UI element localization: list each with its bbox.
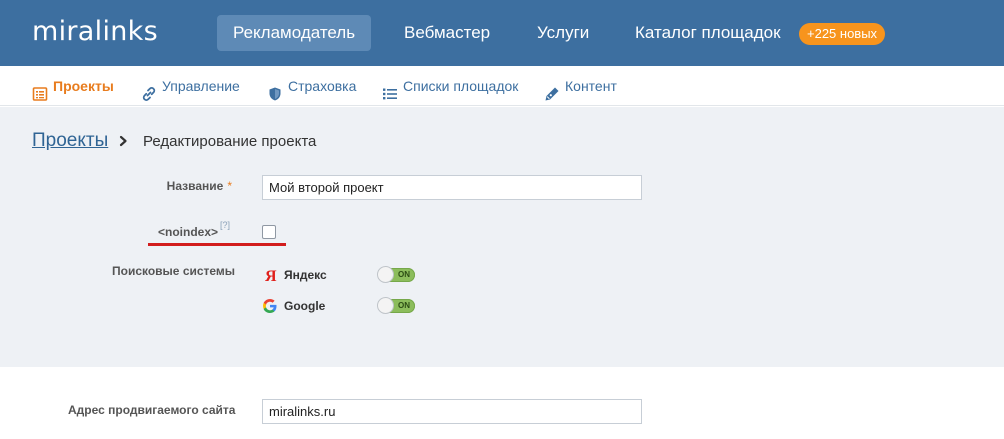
engine-google-label: Google [284, 299, 326, 313]
engine-yandex-label: Яндекс [284, 268, 327, 282]
yandex-icon: Я [262, 267, 278, 285]
list-icon [32, 78, 48, 101]
google-icon [262, 298, 278, 314]
toggle-knob [377, 297, 394, 314]
nav-catalog[interactable]: Каталог площадок [619, 15, 797, 51]
nav-services[interactable]: Услуги [521, 15, 605, 51]
noindex-label: <noindex> [158, 225, 219, 239]
top-navigation-bar: miralinks Рекламодатель Вебмастер Услуги… [0, 0, 1004, 66]
yandex-toggle[interactable]: ON [377, 266, 415, 283]
subnav-manage-label: Управление [162, 78, 240, 94]
bullet-list-icon [382, 78, 398, 100]
project-name-input[interactable] [262, 175, 642, 200]
project-name-label: Название * [167, 179, 232, 193]
required-mark: * [227, 179, 232, 193]
subnav-content[interactable]: Контент [544, 66, 617, 106]
nav-advertiser[interactable]: Рекламодатель [217, 15, 372, 51]
google-toggle[interactable]: ON [377, 297, 415, 314]
subnav-projects-label: Проекты [53, 78, 114, 94]
subnav-site-lists[interactable]: Списки площадок [382, 66, 518, 106]
highlight-underline [148, 243, 286, 246]
subnav-content-label: Контент [565, 78, 617, 94]
engine-google: Google [262, 298, 325, 314]
project-name-label-text: Название [166, 179, 224, 193]
subnav-site-lists-label: Списки площадок [403, 78, 519, 94]
toggle-knob [377, 266, 394, 283]
subnav-manage[interactable]: Управление [141, 66, 240, 106]
catalog-new-badge[interactable]: +225 новых [799, 23, 886, 45]
svg-text:Я: Я [265, 268, 277, 283]
site-address-label: Адрес продвигаемого сайта [68, 403, 236, 417]
sub-navigation: Проекты Управление Страховка Списки площ… [0, 66, 1004, 106]
engine-yandex: Я Яндекс [262, 267, 327, 285]
subnav-insurance[interactable]: Страховка [267, 66, 356, 106]
toggle-state: ON [398, 301, 410, 310]
pen-icon [544, 78, 560, 101]
chevron-right-icon [117, 133, 131, 149]
subnav-projects[interactable]: Проекты [32, 66, 114, 106]
site-address-input[interactable] [262, 399, 642, 424]
breadcrumb-projects-link[interactable]: Проекты [32, 130, 108, 152]
shield-icon [267, 78, 283, 101]
breadcrumb-current: Редактирование проекта [143, 133, 317, 150]
noindex-checkbox[interactable] [262, 225, 276, 239]
logo[interactable]: miralinks [32, 16, 158, 47]
link-icon [141, 78, 157, 101]
toggle-state: ON [398, 270, 410, 279]
subnav-insurance-label: Страховка [288, 78, 357, 94]
nav-webmaster[interactable]: Вебмастер [388, 15, 506, 51]
search-engines-label: Поисковые системы [112, 264, 236, 278]
noindex-help-link[interactable]: [?] [220, 220, 230, 230]
